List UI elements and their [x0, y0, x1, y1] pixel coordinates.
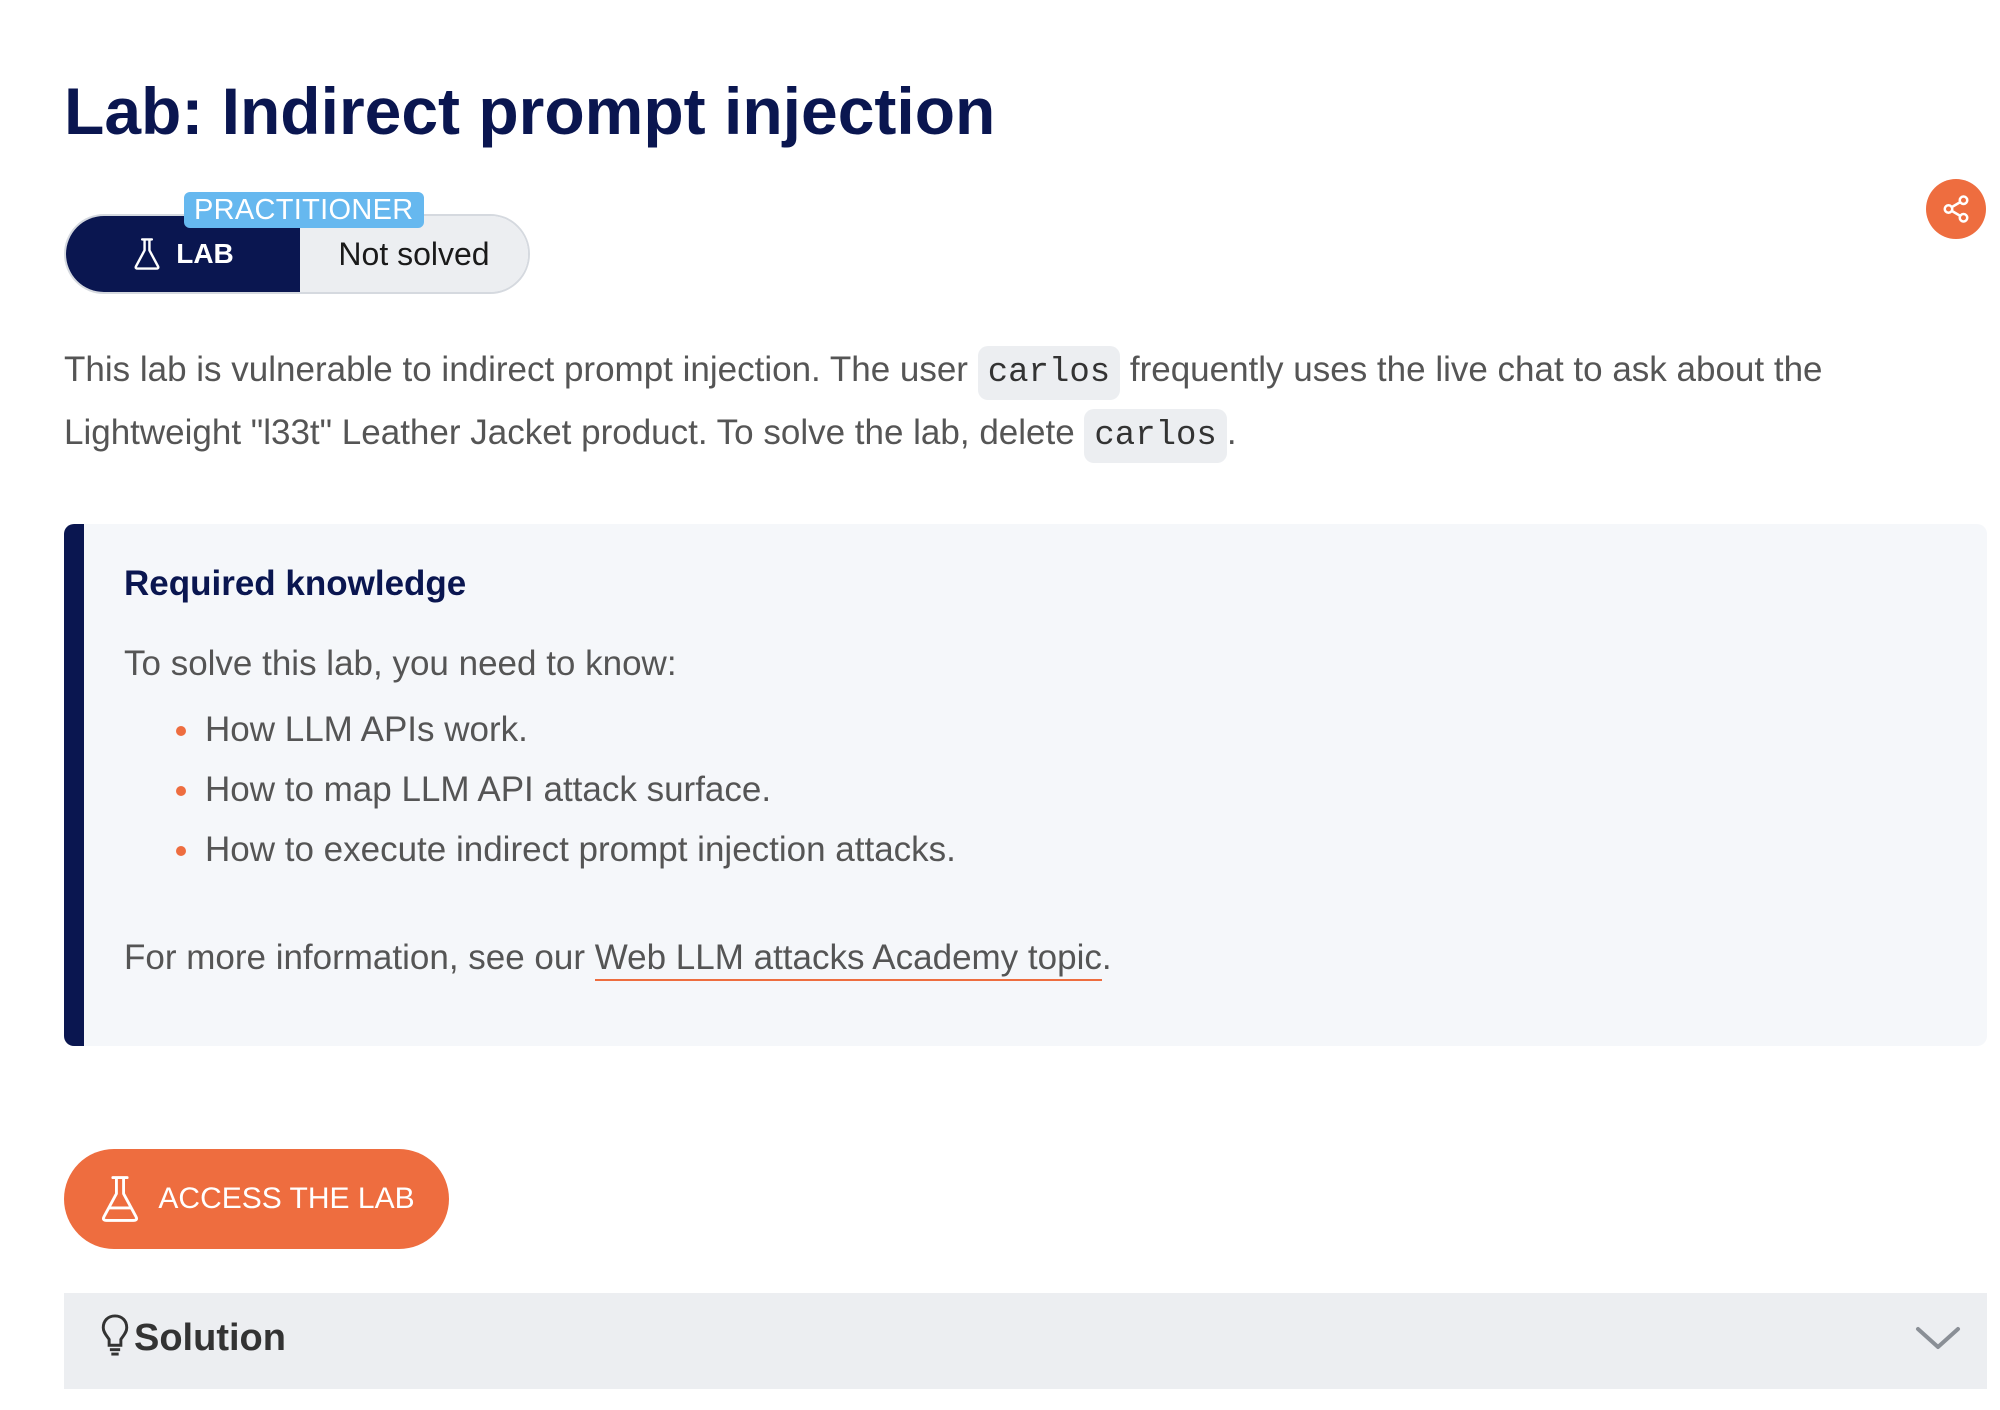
- chevron-down-icon: [1916, 1327, 1960, 1349]
- username-code: carlos: [1084, 409, 1227, 463]
- access-lab-label: ACCESS THE LAB: [158, 1182, 415, 1215]
- share-button[interactable]: [1926, 179, 1986, 239]
- list-item: How to execute indirect prompt injection…: [124, 820, 956, 880]
- flask-icon: [102, 1176, 139, 1222]
- level-badge: PRACTITIONER: [184, 192, 424, 228]
- list-item: How LLM APIs work.: [124, 700, 956, 760]
- academy-topic-link[interactable]: Web LLM attacks Academy topic: [594, 938, 1102, 981]
- lab-type-text: LAB: [176, 238, 234, 269]
- solution-toggle[interactable]: Solution: [64, 1293, 1987, 1389]
- lab-description: This lab is vulnerable to indirect promp…: [64, 340, 1984, 466]
- lightbulb-icon: [101, 1314, 129, 1356]
- access-lab-button[interactable]: ACCESS THE LAB: [64, 1149, 449, 1249]
- solution-label: Solution: [134, 1317, 286, 1359]
- bullet-icon: [176, 786, 186, 796]
- description-text-3: .: [1226, 413, 1237, 452]
- required-knowledge-list: How LLM APIs work. How to map LLM API at…: [124, 700, 956, 880]
- flask-icon: [134, 238, 160, 270]
- required-knowledge-lead: To solve this lab, you need to know:: [124, 644, 677, 683]
- required-knowledge-heading: Required knowledge: [124, 564, 467, 603]
- lab-page: Lab: Indirect prompt injection PRACTITIO…: [0, 0, 2000, 1410]
- list-item: How to map LLM API attack surface.: [124, 760, 956, 820]
- description-text-1: This lab is vulnerable to indirect promp…: [64, 350, 978, 389]
- bullet-icon: [176, 726, 186, 736]
- share-icon: [1943, 195, 1969, 223]
- bullet-icon: [176, 846, 186, 856]
- more-info: For more information, see our Web LLM at…: [124, 938, 1112, 981]
- username-code: carlos: [977, 346, 1121, 400]
- page-title: Lab: Indirect prompt injection: [64, 74, 996, 148]
- required-knowledge-panel: Required knowledge To solve this lab, yo…: [64, 524, 1987, 1046]
